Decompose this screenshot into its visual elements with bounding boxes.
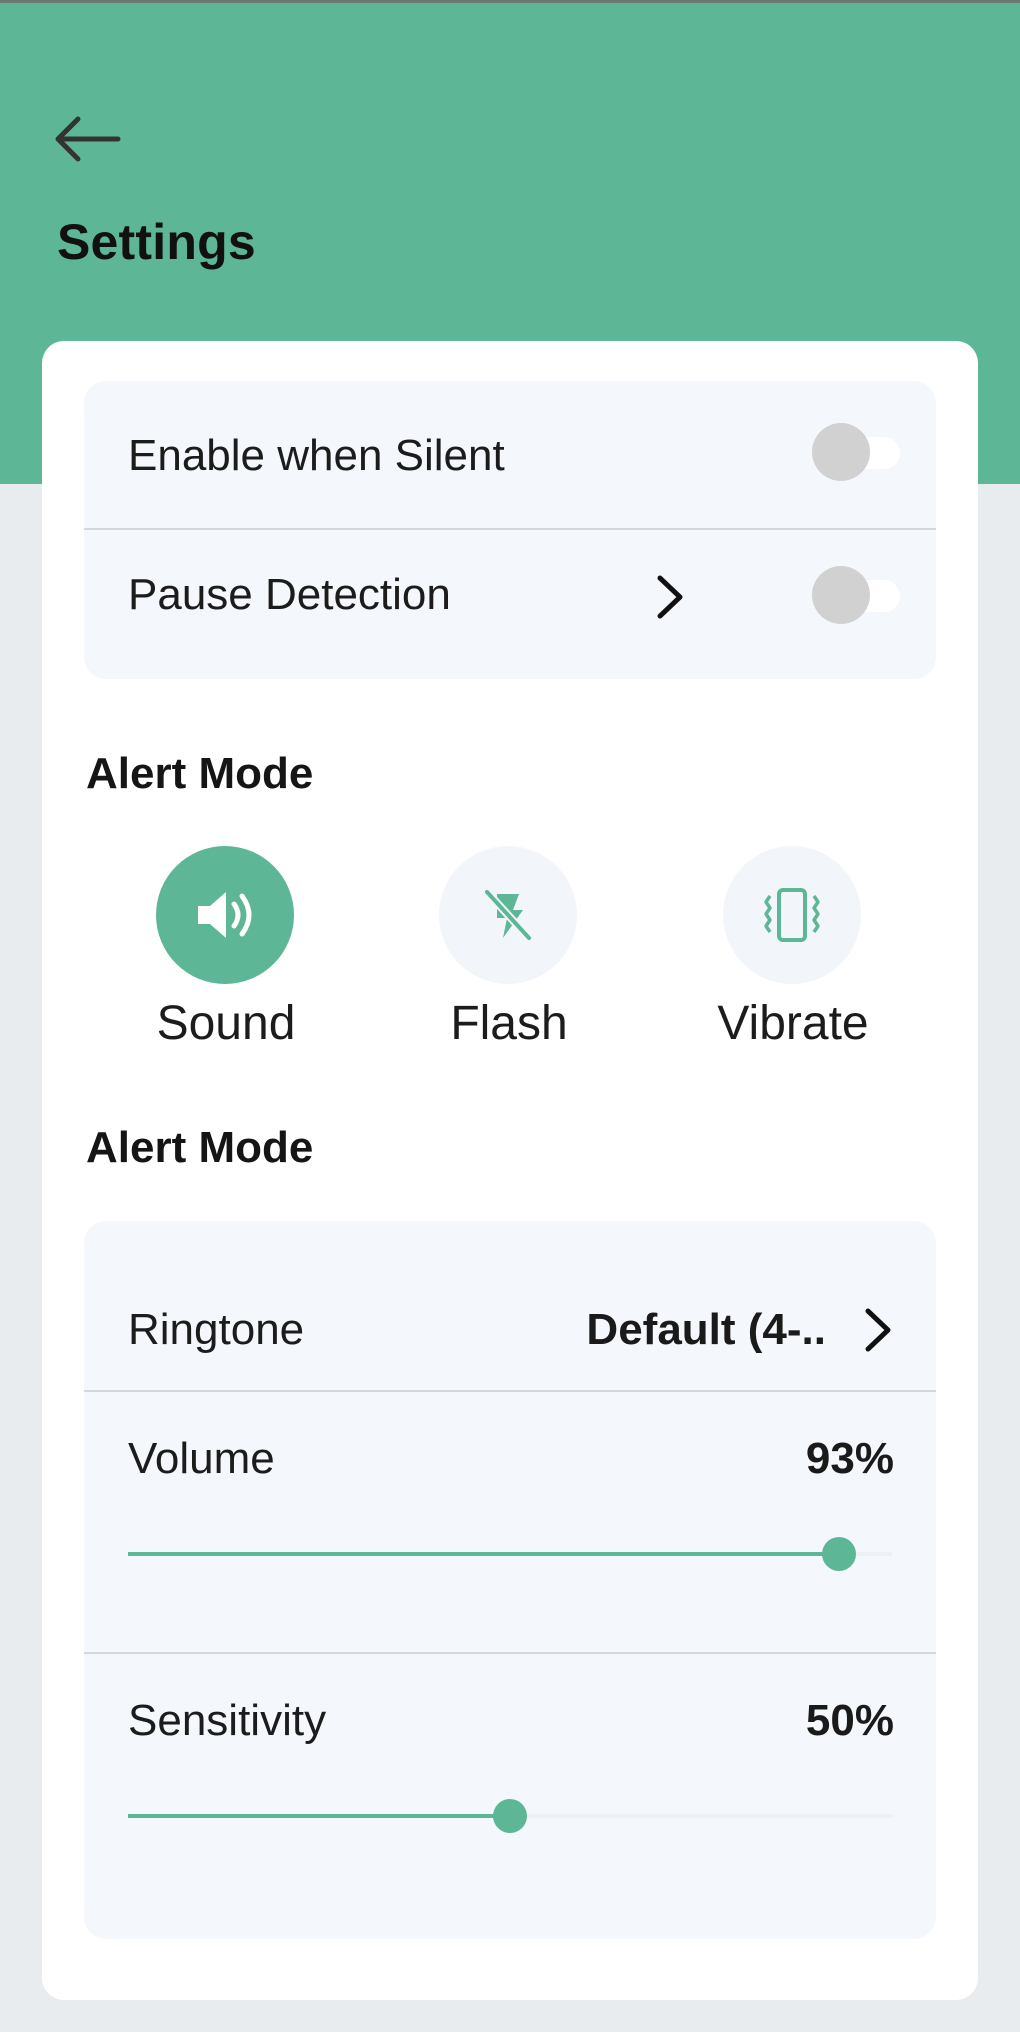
toggle-group: Enable when Silent Pause Detection (84, 381, 936, 679)
sound-option-circle (156, 846, 294, 984)
alert-settings-group: Ringtone Default (4-.. Volume 93% Sensit… (84, 1221, 936, 1939)
enable-when-silent-toggle[interactable] (812, 423, 900, 481)
alert-mode-sound[interactable]: Sound (126, 846, 326, 1066)
chevron-right-icon[interactable] (650, 572, 690, 622)
enable-when-silent-label: Enable when Silent (128, 431, 505, 480)
sensitivity-row: Sensitivity 50% (84, 1654, 936, 1939)
alert-mode-flash[interactable]: Flash (409, 846, 609, 1066)
volume-slider[interactable] (128, 1534, 892, 1574)
ringtone-label: Ringtone (128, 1305, 305, 1354)
speaker-icon (198, 892, 252, 938)
sensitivity-slider[interactable] (128, 1796, 892, 1836)
slider-fill (128, 1814, 510, 1818)
flash-label: Flash (450, 997, 568, 1050)
sensitivity-label: Sensitivity (128, 1696, 327, 1745)
toggle-thumb (812, 566, 870, 624)
flash-off-icon (484, 889, 532, 941)
enable-when-silent-row[interactable]: Enable when Silent (84, 381, 936, 529)
slider-knob[interactable] (821, 1537, 856, 1571)
vibrate-option-circle (723, 846, 861, 984)
volume-row: Volume 93% (84, 1392, 936, 1650)
alert-mode-vibrate[interactable]: Vibrate (693, 846, 893, 1066)
sound-label: Sound (156, 997, 296, 1050)
settings-card: Enable when Silent Pause Detection Alert… (42, 341, 978, 2000)
pause-detection-label: Pause Detection (128, 570, 451, 619)
arrow-left-icon (55, 116, 121, 162)
chevron-right-icon[interactable] (858, 1305, 898, 1355)
toggle-thumb (812, 423, 870, 481)
page-title: Settings (57, 214, 256, 270)
pause-detection-toggle[interactable] (812, 566, 900, 624)
alert-mode-title: Alert Mode (86, 749, 314, 798)
volume-label: Volume (128, 1434, 275, 1483)
flash-option-circle (439, 846, 577, 984)
slider-knob[interactable] (493, 1799, 527, 1833)
back-button[interactable] (48, 107, 128, 171)
ringtone-row[interactable]: Ringtone Default (4-.. (84, 1221, 936, 1389)
vibrate-icon (764, 888, 820, 942)
sensitivity-value: 50% (805, 1696, 894, 1745)
vibrate-label: Vibrate (717, 997, 869, 1050)
pause-detection-row[interactable]: Pause Detection (84, 530, 936, 679)
ringtone-value: Default (4-.. (586, 1305, 826, 1354)
alert-settings-title: Alert Mode (86, 1123, 314, 1172)
volume-value: 93% (805, 1434, 894, 1483)
slider-fill (128, 1552, 839, 1556)
